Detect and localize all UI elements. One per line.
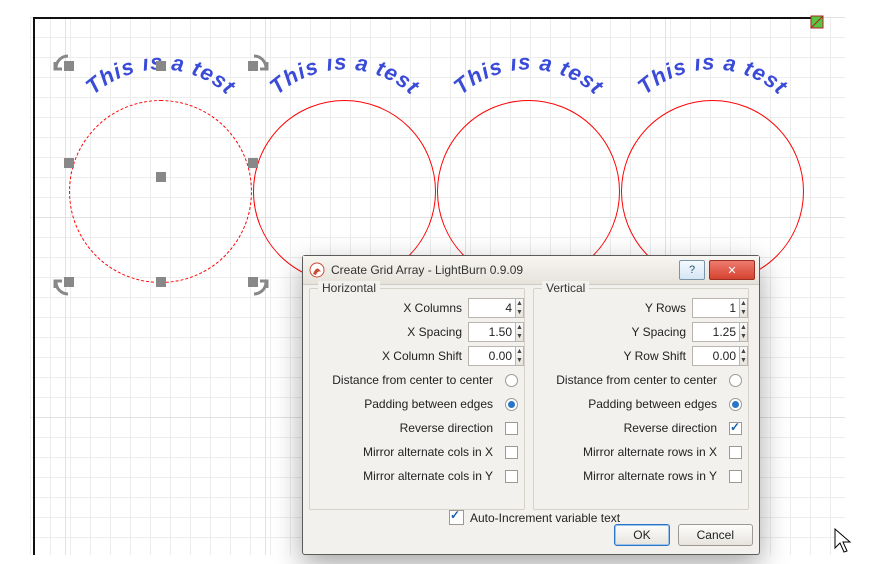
chevron-up-icon[interactable]: ▲	[740, 323, 747, 332]
resize-handle-bm[interactable]	[156, 277, 166, 287]
auto-increment-row[interactable]: Auto-Increment variable text	[449, 510, 620, 525]
chevron-up-icon[interactable]: ▲	[516, 347, 523, 356]
vertical-legend: Vertical	[542, 281, 589, 295]
v-reverse-check[interactable]	[729, 422, 742, 435]
y-row-shift-label: Y Row Shift	[624, 349, 686, 363]
v-center-label: Distance from center to center	[556, 373, 717, 387]
v-mirror-y-label: Mirror alternate rows in Y	[583, 469, 717, 483]
rotate-handle-tr[interactable]	[248, 50, 272, 74]
resize-handle-tm[interactable]	[156, 61, 166, 71]
chevron-up-icon[interactable]: ▲	[740, 299, 747, 308]
svg-text:This is a test: This is a test	[449, 57, 609, 100]
y-row-shift-field[interactable]: ▲▼	[692, 346, 742, 366]
h-padding-radio[interactable]	[505, 398, 518, 411]
dialog-title: Create Grid Array - LightBurn 0.9.09	[331, 263, 675, 277]
h-mirror-x-check[interactable]	[505, 446, 518, 459]
origin-marker-icon	[810, 15, 824, 29]
rotate-handle-bl[interactable]	[50, 276, 74, 300]
svg-text:This is a test: This is a test	[633, 57, 793, 100]
chevron-down-icon[interactable]: ▼	[740, 356, 747, 365]
h-padding-label: Padding between edges	[364, 397, 493, 411]
dialog-button-bar: Auto-Increment variable text OK Cancel	[309, 522, 753, 548]
x-columns-label: X Columns	[403, 301, 462, 315]
chevron-up-icon[interactable]: ▲	[516, 299, 523, 308]
y-rows-stepper[interactable]: ▲▼	[739, 298, 748, 318]
y-rows-field[interactable]: ▲▼	[692, 298, 742, 318]
resize-handle-ml[interactable]	[64, 158, 74, 168]
horizontal-group: Horizontal X Columns ▲▼ X Spacing ▲▼ X C…	[309, 288, 525, 510]
v-mirror-x-check[interactable]	[729, 446, 742, 459]
svg-text:This is a test: This is a test	[265, 57, 425, 100]
y-spacing-stepper[interactable]: ▲▼	[739, 322, 748, 342]
x-spacing-label: X Spacing	[407, 325, 462, 339]
chevron-down-icon[interactable]: ▼	[516, 356, 523, 365]
lightburn-icon	[309, 262, 325, 278]
curved-text[interactable]: This is a test	[69, 57, 252, 187]
x-column-shift-field[interactable]: ▲▼	[468, 346, 518, 366]
x-columns-field[interactable]: ▲▼	[468, 298, 518, 318]
chevron-up-icon[interactable]: ▲	[740, 347, 747, 356]
chevron-up-icon[interactable]: ▲	[516, 323, 523, 332]
h-mirror-y-label: Mirror alternate cols in Y	[363, 469, 493, 483]
y-row-shift-stepper[interactable]: ▲▼	[739, 346, 748, 366]
x-columns-stepper[interactable]: ▲▼	[515, 298, 524, 318]
resize-handle-mr[interactable]	[248, 158, 258, 168]
rotate-handle-tl[interactable]	[50, 50, 74, 74]
y-spacing-input[interactable]	[692, 322, 739, 342]
viewport: This is a testThis is a testThis is a te…	[0, 0, 875, 564]
y-spacing-field[interactable]: ▲▼	[692, 322, 742, 342]
h-mirror-x-label: Mirror alternate cols in X	[363, 445, 493, 459]
h-center-label: Distance from center to center	[332, 373, 493, 387]
curved-text[interactable]: This is a test	[253, 57, 436, 187]
chevron-down-icon[interactable]: ▼	[516, 332, 523, 341]
curved-text[interactable]: This is a test	[621, 57, 804, 187]
chevron-down-icon[interactable]: ▼	[516, 308, 523, 317]
grid-array-dialog[interactable]: Create Grid Array - LightBurn 0.9.09 ? ✕…	[302, 255, 760, 555]
x-column-shift-input[interactable]	[468, 346, 515, 366]
dialog-body: Horizontal X Columns ▲▼ X Spacing ▲▼ X C…	[309, 288, 753, 518]
auto-increment-check[interactable]	[449, 510, 464, 525]
v-padding-radio[interactable]	[729, 398, 742, 411]
y-spacing-label: Y Spacing	[632, 325, 687, 339]
v-mirror-x-label: Mirror alternate rows in X	[583, 445, 717, 459]
x-spacing-stepper[interactable]: ▲▼	[515, 322, 524, 342]
h-reverse-label: Reverse direction	[400, 421, 493, 435]
x-spacing-field[interactable]: ▲▼	[468, 322, 518, 342]
x-column-shift-label: X Column Shift	[382, 349, 462, 363]
vertical-group: Vertical Y Rows ▲▼ Y Spacing ▲▼ Y Row Sh…	[533, 288, 749, 510]
ok-button[interactable]: OK	[614, 524, 669, 546]
dialog-help-button[interactable]: ?	[679, 260, 705, 280]
h-reverse-check[interactable]	[505, 422, 518, 435]
y-rows-label: Y Rows	[645, 301, 686, 315]
v-reverse-label: Reverse direction	[624, 421, 717, 435]
move-handle[interactable]	[156, 172, 166, 182]
horizontal-legend: Horizontal	[318, 281, 380, 295]
h-mirror-y-check[interactable]	[505, 470, 518, 483]
x-spacing-input[interactable]	[468, 322, 515, 342]
auto-increment-label: Auto-Increment variable text	[470, 511, 620, 525]
array-instance-0[interactable]: This is a test	[69, 100, 252, 283]
v-center-radio[interactable]	[729, 374, 742, 387]
chevron-down-icon[interactable]: ▼	[740, 308, 747, 317]
h-center-radio[interactable]	[505, 374, 518, 387]
y-rows-input[interactable]	[692, 298, 739, 318]
v-mirror-y-check[interactable]	[729, 470, 742, 483]
x-column-shift-stepper[interactable]: ▲▼	[515, 346, 524, 366]
y-row-shift-input[interactable]	[692, 346, 739, 366]
curved-text[interactable]: This is a test	[437, 57, 620, 187]
rotate-handle-br[interactable]	[248, 276, 272, 300]
v-padding-label: Padding between edges	[588, 397, 717, 411]
cancel-button[interactable]: Cancel	[678, 524, 753, 546]
x-columns-input[interactable]	[468, 298, 515, 318]
dialog-close-button[interactable]: ✕	[709, 260, 755, 280]
chevron-down-icon[interactable]: ▼	[740, 332, 747, 341]
